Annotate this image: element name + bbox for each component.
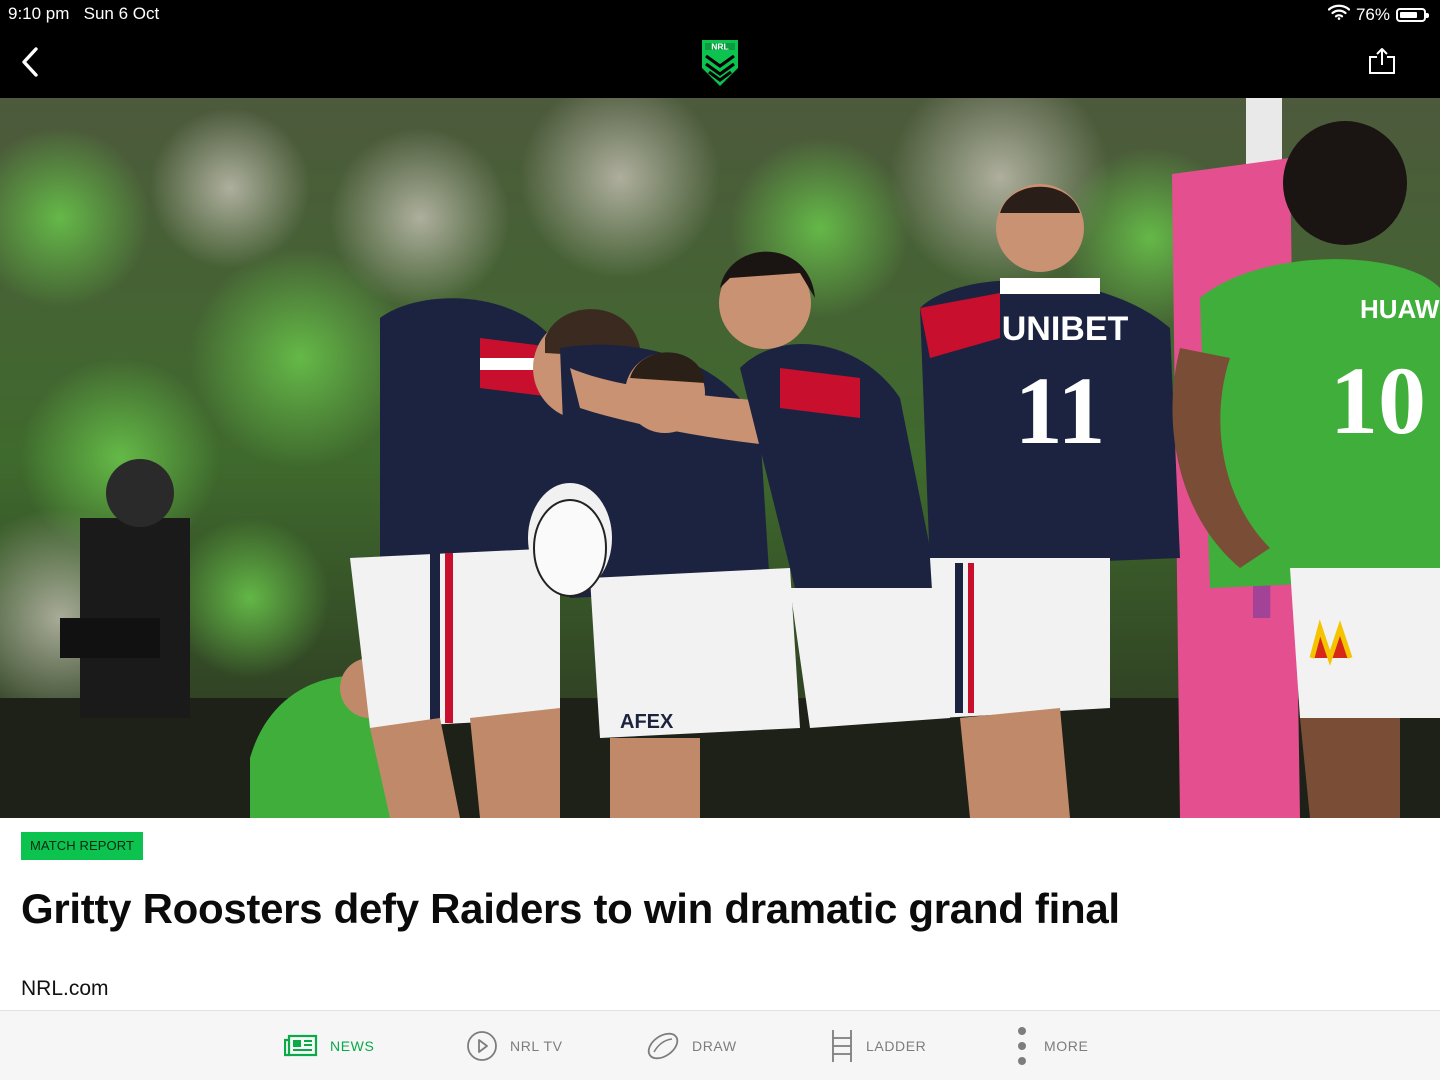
tab-nrl-tv[interactable]: NRL TV xyxy=(466,1011,563,1080)
status-time: 9:10 pm xyxy=(8,4,70,23)
tab-more-label: MORE xyxy=(1044,1038,1089,1054)
back-button[interactable] xyxy=(10,44,50,84)
battery-fill xyxy=(1400,11,1417,18)
article-headline: Gritty Roosters defy Raiders to win dram… xyxy=(21,885,1120,932)
tab-news[interactable]: NEWS xyxy=(284,1011,374,1080)
article-hero-image: T AFEX xyxy=(0,98,1440,818)
tab-ladder-label: LADDER xyxy=(866,1038,927,1054)
share-button[interactable] xyxy=(1364,45,1400,81)
shorts-sponsor: AFEX xyxy=(620,711,674,733)
tab-draw[interactable]: DRAW xyxy=(646,1011,737,1080)
play-circle-icon xyxy=(466,1030,498,1062)
battery-percent: 76% xyxy=(1355,4,1390,24)
article-category-badge[interactable]: MATCH REPORT xyxy=(21,832,144,860)
bottom-tab-bar: NEWS NRL TV DRAW LADDER MORE xyxy=(0,1010,1440,1080)
raider-number: 10 xyxy=(1330,347,1426,454)
jersey-number: 11 xyxy=(1015,357,1106,464)
raider-sponsor: HUAW xyxy=(1360,294,1440,324)
jersey-sponsor: UNIBET xyxy=(1002,310,1129,348)
battery-icon xyxy=(1396,7,1429,22)
tab-ladder[interactable]: LADDER xyxy=(830,1011,926,1080)
status-time-date: 9:10 pm Sun 6 Oct xyxy=(8,4,159,24)
logo-text: NRL xyxy=(711,42,728,52)
status-date: Sun 6 Oct xyxy=(83,4,160,23)
chevron-left-icon xyxy=(20,46,40,83)
share-icon xyxy=(1367,47,1397,80)
newspaper-icon xyxy=(284,1034,318,1058)
wifi-icon xyxy=(1327,4,1351,25)
tab-draw-label: DRAW xyxy=(692,1038,737,1054)
status-indicators: 76% xyxy=(1327,4,1429,25)
top-bar: 9:10 pm Sun 6 Oct 76% NRL xyxy=(0,0,1440,98)
more-vertical-icon xyxy=(1012,1026,1032,1066)
tab-news-label: NEWS xyxy=(330,1038,375,1054)
article-source: NRL.com xyxy=(21,977,109,1000)
ladder-icon xyxy=(830,1029,854,1063)
nrl-logo: NRL xyxy=(698,38,742,88)
tab-nrl-tv-label: NRL TV xyxy=(510,1038,563,1054)
football-icon xyxy=(646,1031,680,1061)
tab-more[interactable]: MORE xyxy=(1012,1011,1088,1080)
